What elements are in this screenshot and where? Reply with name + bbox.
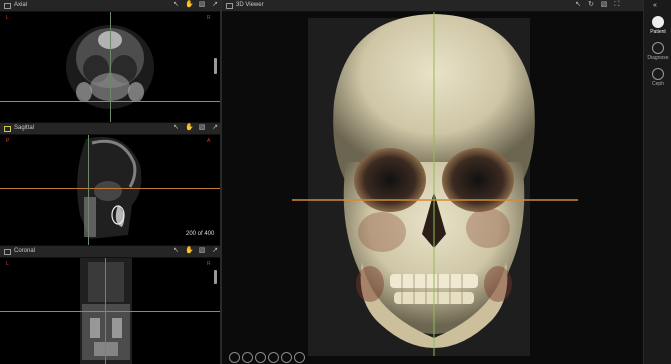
pointer-tool-icon[interactable]: ↖ bbox=[172, 247, 180, 255]
view-front-icon[interactable] bbox=[229, 352, 240, 363]
pan-tool-icon[interactable]: ✋ bbox=[185, 1, 194, 9]
pointer-tool-icon[interactable]: ↖ bbox=[172, 1, 180, 9]
expand-icon[interactable]: ↗ bbox=[211, 124, 219, 132]
pan-tool-icon[interactable]: ✋ bbox=[185, 124, 194, 132]
sidebar-label-diagnose: Diagnose bbox=[647, 55, 669, 61]
window-tool-icon[interactable]: ▧ bbox=[198, 124, 206, 132]
patient-icon bbox=[652, 16, 664, 28]
fullscreen-icon[interactable]: ⛶ bbox=[613, 1, 621, 9]
sagittal-panel-header: Sagittal ↖ ✋ ▧ ↗ bbox=[0, 123, 220, 135]
window-tool-icon[interactable]: ▧ bbox=[600, 1, 608, 9]
skull-3d-render bbox=[292, 12, 578, 356]
view-left-icon[interactable] bbox=[242, 352, 253, 363]
coronal-panel-title: Coronal bbox=[14, 248, 36, 254]
sagittal-crosshair-horizontal[interactable] bbox=[0, 188, 220, 189]
coronal-view-icon bbox=[4, 249, 11, 255]
sidebar-item-ceph[interactable]: Ceph bbox=[644, 68, 671, 87]
coronal-scrollbar[interactable] bbox=[214, 270, 217, 284]
sagittal-view-icon bbox=[4, 126, 11, 132]
sidebar-item-patient[interactable]: Patient bbox=[644, 16, 671, 35]
rotate-tool-icon[interactable]: ↻ bbox=[587, 1, 595, 9]
expand-icon[interactable]: ↗ bbox=[211, 247, 219, 255]
view-right-icon[interactable] bbox=[255, 352, 266, 363]
sidebar-collapse-icon[interactable]: « bbox=[653, 2, 657, 9]
axial-scrollbar[interactable] bbox=[214, 58, 217, 74]
sagittal-slice-counter: 200 of 400 bbox=[186, 231, 215, 237]
axial-panel-header: Axial ↖ ✋ ▧ ↗ bbox=[0, 0, 220, 12]
axial-viewport[interactable]: L R bbox=[0, 12, 220, 122]
coronal-crosshair-horizontal[interactable] bbox=[0, 311, 220, 312]
3d-view-icon bbox=[226, 3, 233, 9]
pointer-tool-icon[interactable]: ↖ bbox=[574, 1, 582, 9]
sidebar-item-diagnose[interactable]: Diagnose bbox=[644, 42, 671, 61]
view-bottom-icon[interactable] bbox=[281, 352, 292, 363]
window-tool-icon[interactable]: ▧ bbox=[198, 247, 206, 255]
sagittal-ct-slice bbox=[77, 136, 142, 239]
window-tool-icon[interactable]: ▧ bbox=[198, 1, 206, 9]
coronal-viewport[interactable]: L R bbox=[0, 258, 220, 364]
viewer3d-viewport[interactable] bbox=[222, 12, 643, 364]
sagittal-crosshair-vertical[interactable] bbox=[88, 135, 89, 245]
coronal-crosshair-vertical[interactable] bbox=[105, 258, 106, 364]
right-sidebar: « Patient Diagnose Ceph bbox=[643, 0, 671, 364]
sidebar-label-patient: Patient bbox=[650, 29, 666, 35]
axial-panel-title: Axial bbox=[14, 2, 28, 8]
viewer3d-title: 3D Viewer bbox=[236, 2, 264, 8]
axial-crosshair-vertical[interactable] bbox=[110, 12, 111, 122]
sagittal-viewport[interactable]: P A 200 of 400 bbox=[0, 135, 220, 245]
sagittal-panel-title: Sagittal bbox=[14, 125, 35, 131]
view-top-icon[interactable] bbox=[268, 352, 279, 363]
expand-icon[interactable]: ↗ bbox=[211, 1, 219, 9]
view-back-icon[interactable] bbox=[294, 352, 305, 363]
axial-view-icon bbox=[4, 3, 11, 9]
sidebar-label-ceph: Ceph bbox=[652, 81, 664, 87]
ceph-icon bbox=[652, 68, 664, 80]
viewer3d-header: 3D Viewer ↖ ↻ ▧ ⛶ bbox=[222, 0, 643, 12]
pointer-tool-icon[interactable]: ↖ bbox=[172, 124, 180, 132]
coronal-panel-header: Coronal ↖ ✋ ▧ ↗ bbox=[0, 246, 220, 258]
pan-tool-icon[interactable]: ✋ bbox=[185, 247, 194, 255]
diagnose-icon bbox=[652, 42, 664, 54]
